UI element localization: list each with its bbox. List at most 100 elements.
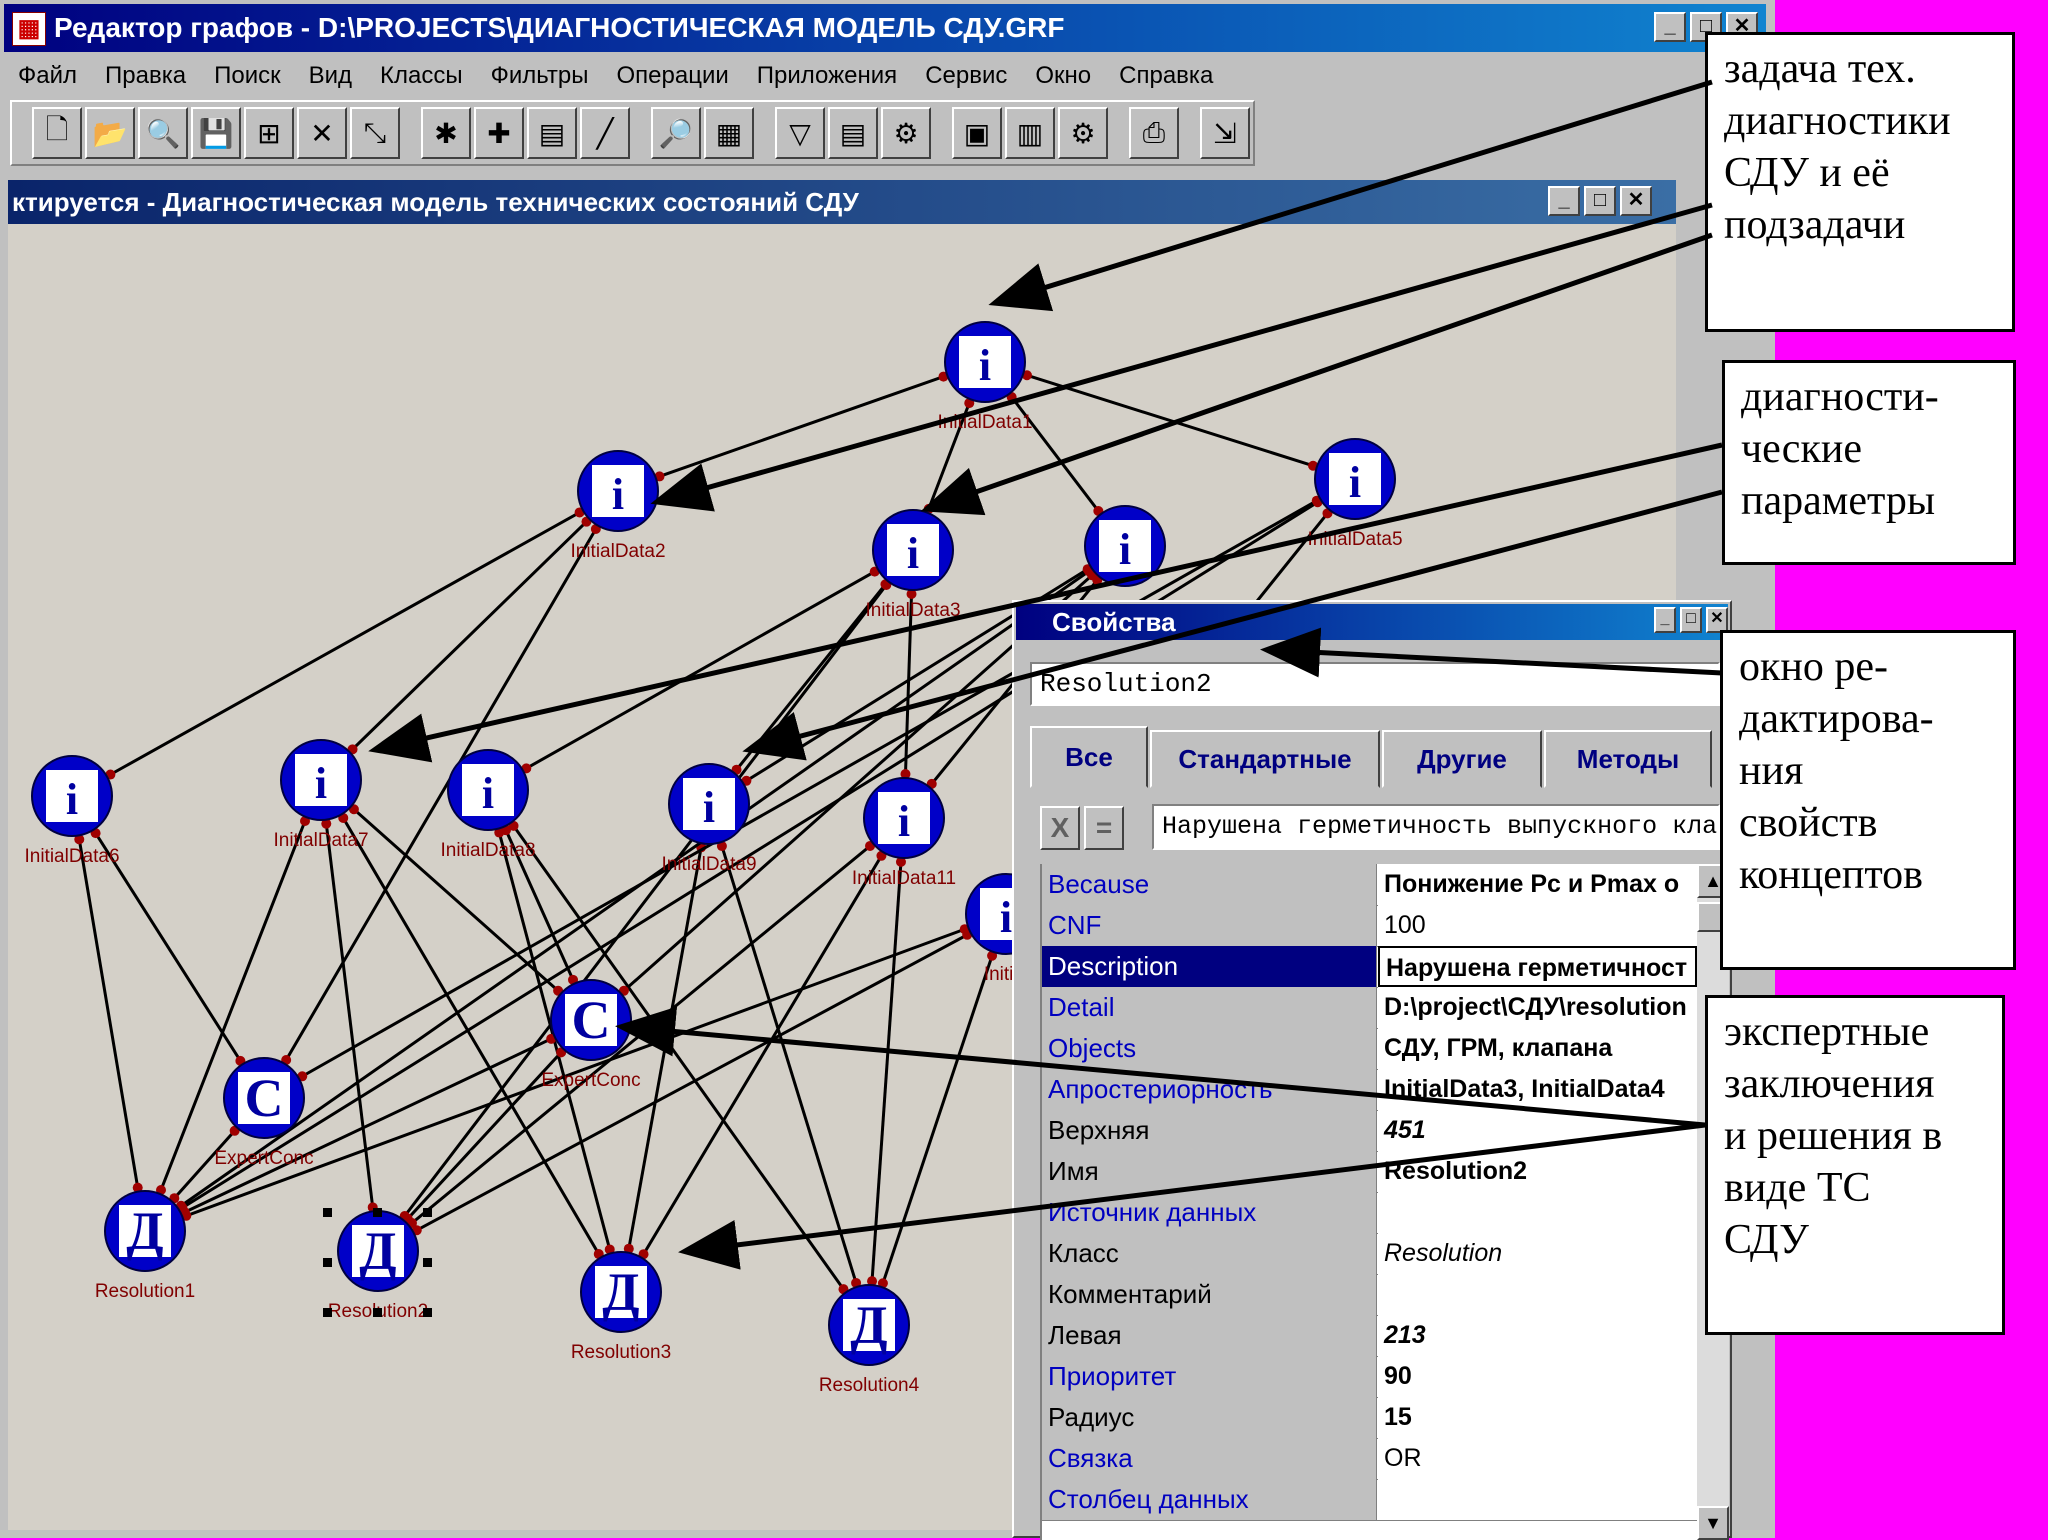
property-value[interactable]: OR <box>1378 1438 1697 1479</box>
graph-node[interactable]: i InitialData11 <box>852 777 956 889</box>
graph-edge[interactable] <box>707 803 871 1326</box>
minimize-icon[interactable]: _ <box>1654 607 1676 633</box>
tab-0[interactable]: Все <box>1030 726 1148 788</box>
document-titlebar[interactable]: ктируется - Диагностическая модель техни… <box>8 180 1676 224</box>
property-value[interactable]: Resolution2 <box>1378 1151 1697 1192</box>
graph-node[interactable]: Д Resolution4 <box>819 1284 920 1396</box>
maximize-icon[interactable]: □ <box>1680 607 1702 633</box>
graph-node[interactable]: i InitialData8 <box>440 749 536 861</box>
selection-handle[interactable] <box>423 1208 432 1217</box>
properties-titlebar[interactable]: Свойства _ □ ✕ <box>1016 604 1728 640</box>
grid-icon[interactable]: ▦ <box>704 107 754 159</box>
property-value[interactable]: InitialData3, InitialData4 <box>1378 1069 1697 1110</box>
menu-item-10[interactable]: Справка <box>1105 56 1227 96</box>
scroll-down-icon[interactable]: ▼ <box>1697 1506 1729 1540</box>
zoom-icon[interactable]: 🔍 <box>138 107 188 159</box>
property-value[interactable]: 100 <box>1378 905 1697 946</box>
filter-icon[interactable]: ▽ <box>775 107 825 159</box>
menu-item-3[interactable]: Вид <box>295 56 366 96</box>
edit-list-icon[interactable]: ▤ <box>828 107 878 159</box>
property-value[interactable]: 90 <box>1378 1356 1697 1397</box>
menu-item-9[interactable]: Окно <box>1021 56 1105 96</box>
property-row[interactable]: Источник данных <box>1042 1192 1697 1234</box>
minimize-icon[interactable]: _ <box>1548 186 1580 216</box>
graph-node[interactable]: i InitialData5 <box>1307 438 1403 550</box>
menu-item-8[interactable]: Сервис <box>911 56 1021 96</box>
tools-icon[interactable]: ✚ <box>474 107 524 159</box>
graph-edge[interactable] <box>70 795 266 1099</box>
selection-handle[interactable] <box>323 1258 332 1267</box>
property-value[interactable]: Понижение Рс и Pmax о <box>1378 864 1697 905</box>
property-row[interactable]: Связка OR <box>1042 1438 1697 1480</box>
property-row[interactable]: Столбец данных <box>1042 1479 1697 1521</box>
graph-node[interactable]: i InitialData6 <box>24 755 120 867</box>
graph-node[interactable]: i InitialData7 <box>273 739 369 851</box>
close-icon[interactable]: ✕ <box>1620 186 1652 216</box>
graph-edge[interactable] <box>320 778 592 1022</box>
property-row[interactable]: Because Понижение Рс и Pmax о <box>1042 864 1697 906</box>
menu-item-7[interactable]: Приложения <box>743 56 911 96</box>
print-icon[interactable]: ⎙ <box>1129 107 1179 159</box>
menu-item-4[interactable]: Классы <box>366 56 477 96</box>
property-value[interactable] <box>1378 1192 1697 1233</box>
selection-handle[interactable] <box>323 1308 332 1317</box>
draw-line-icon[interactable]: ╱ <box>580 107 630 159</box>
graph-node[interactable]: i <box>1084 505 1166 587</box>
save-icon[interactable]: 💾 <box>191 107 241 159</box>
open-folder-icon[interactable]: 📂 <box>85 107 135 159</box>
graph-node[interactable]: i InitialData2 <box>570 450 666 562</box>
property-value[interactable]: D:\project\СДУ\resolution <box>1378 987 1697 1028</box>
graph-edge[interactable] <box>617 360 986 493</box>
package-icon[interactable]: ▣ <box>952 107 1002 159</box>
property-value[interactable]: Нарушена герметичност <box>1378 946 1697 987</box>
new-file-icon[interactable]: 🗋 <box>32 107 82 159</box>
property-row[interactable]: Комментарий <box>1042 1274 1697 1316</box>
menu-item-5[interactable]: Фильтры <box>477 56 603 96</box>
property-row[interactable]: Имя Resolution2 <box>1042 1151 1697 1193</box>
graph-edge[interactable] <box>487 548 914 792</box>
delete-icon[interactable]: ✕ <box>297 107 347 159</box>
graph-edge[interactable] <box>867 817 906 1326</box>
exit-icon[interactable]: ⇲ <box>1200 107 1250 159</box>
selection-handle[interactable] <box>423 1258 432 1267</box>
menu-item-6[interactable]: Операции <box>603 56 743 96</box>
property-value[interactable]: СДУ, ГРМ, клапана <box>1378 1028 1697 1069</box>
selection-handle[interactable] <box>423 1308 432 1317</box>
apply-edit-button[interactable]: = <box>1084 806 1124 850</box>
object-selector[interactable]: Resolution2 <box>1030 662 1720 706</box>
menu-item-1[interactable]: Правка <box>91 56 200 96</box>
property-row[interactable]: Апростериорность InitialData3, InitialDat… <box>1042 1069 1697 1111</box>
graph-edge[interactable] <box>984 360 1356 481</box>
menu-item-0[interactable]: Файл <box>4 56 91 96</box>
property-row[interactable]: Objects СДУ, ГРМ, клапана <box>1042 1028 1697 1070</box>
property-row[interactable]: CNF 100 <box>1042 905 1697 947</box>
menu-item-2[interactable]: Поиск <box>200 56 295 96</box>
value-input[interactable]: Нарушена герметичность выпускного клапан <box>1152 804 1720 850</box>
tab-1[interactable]: Стандартные <box>1150 730 1380 788</box>
graph-node[interactable]: Д Resolution3 <box>571 1251 671 1363</box>
property-row[interactable]: Радиус 15 <box>1042 1397 1697 1439</box>
property-row[interactable]: Detail D:\project\СДУ\resolution <box>1042 987 1697 1029</box>
graph-node[interactable]: i InitialData1 <box>937 321 1033 433</box>
property-row[interactable]: Приоритет 90 <box>1042 1356 1697 1398</box>
property-value[interactable] <box>1378 1479 1697 1520</box>
tab-3[interactable]: Методы <box>1544 730 1712 788</box>
property-value[interactable]: 15 <box>1378 1397 1697 1438</box>
tab-2[interactable]: Другие <box>1382 730 1542 788</box>
graph-edge[interactable] <box>319 489 620 782</box>
property-value[interactable]: 451 <box>1378 1110 1697 1151</box>
graph-node[interactable]: i InitialData9 <box>661 763 757 875</box>
link-icon[interactable]: ⤡ <box>350 107 400 159</box>
selection-handle[interactable] <box>373 1308 382 1317</box>
properties-icon[interactable]: ▤ <box>527 107 577 159</box>
selection-handle[interactable] <box>323 1208 332 1217</box>
property-row[interactable]: Верхняя 451 <box>1042 1110 1697 1152</box>
property-row[interactable]: Левая 213 <box>1042 1315 1697 1357</box>
add-concept-icon[interactable]: ✱ <box>421 107 471 159</box>
graph-node[interactable]: i InitialData3 <box>865 509 961 621</box>
window-icon[interactable]: ▥ <box>1005 107 1055 159</box>
network-icon[interactable]: ⚙ <box>881 107 931 159</box>
selection-handle[interactable] <box>373 1208 382 1217</box>
cancel-edit-button[interactable]: X <box>1040 806 1080 850</box>
graph-node[interactable]: C ExpertConc <box>541 979 641 1091</box>
